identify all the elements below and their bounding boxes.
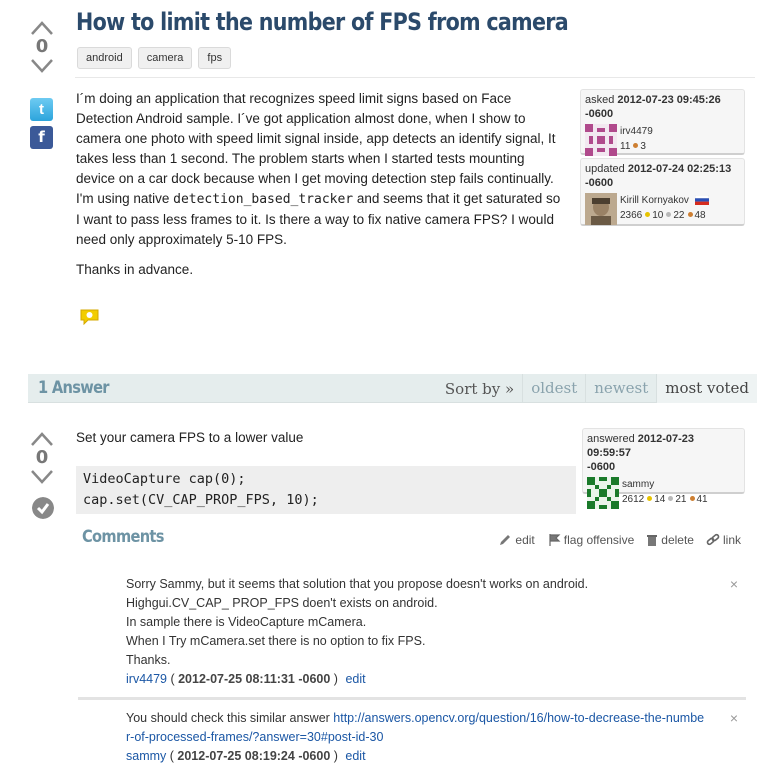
- accept-answer-icon[interactable]: [32, 497, 54, 519]
- answer-count: 1 Answer: [38, 378, 110, 398]
- sort-newest[interactable]: newest: [585, 374, 656, 403]
- downvote-arrow-icon[interactable]: [30, 58, 54, 74]
- trash-icon: [647, 535, 658, 546]
- edit-action[interactable]: edit: [498, 533, 535, 547]
- question-body: I´m doing an application that recognizes…: [76, 89, 566, 290]
- asker-reputation: 11 3: [620, 141, 646, 152]
- upvote-arrow-icon[interactable]: [30, 431, 54, 447]
- twitter-share-icon[interactable]: t: [30, 98, 53, 121]
- comment-author-link[interactable]: sammy: [126, 749, 166, 763]
- answered-info-card: answered 2012-07-23 09:59:57 -0600 sammy …: [582, 428, 745, 509]
- tag-fps[interactable]: fps: [198, 47, 232, 69]
- answer-code-block: VideoCapture cap(0); cap.set(CV_CAP_PROP…: [76, 466, 576, 514]
- sort-most-voted[interactable]: most voted: [656, 374, 757, 403]
- comment-meta: irv4479 ( 2012-07-25 08:11:31 -0600 ) ed…: [126, 672, 366, 686]
- sort-label: Sort by »: [444, 379, 515, 398]
- question-title[interactable]: How to limit the number of FPS from came…: [76, 8, 569, 36]
- asked-label: asked 2012-07-23 09:45:26 -0600: [585, 94, 721, 120]
- sort-options: Sort by » oldest newest most voted: [437, 374, 757, 403]
- answer-actions: edit flag offensive delete link: [498, 533, 741, 547]
- answer-vote-column: 0: [26, 431, 58, 485]
- delete-comment-icon[interactable]: ×: [730, 575, 738, 594]
- question-thanks: Thanks in advance.: [76, 262, 194, 277]
- link-label: link: [722, 533, 741, 547]
- facebook-share-icon[interactable]: f: [30, 126, 53, 149]
- comment-author-link[interactable]: irv4479: [126, 672, 167, 686]
- comment-line: Highgui.CV_CAP_ PROP_FPS doen't exists o…: [126, 596, 438, 610]
- tag-list: android camera fps: [77, 47, 232, 69]
- answerer-username[interactable]: sammy: [622, 477, 708, 492]
- inline-code: detection_based_tracker: [173, 192, 354, 207]
- flag-action[interactable]: flag offensive: [547, 533, 635, 547]
- answer-body: Set your camera FPS to a lower value: [76, 430, 304, 445]
- sort-oldest[interactable]: oldest: [522, 374, 585, 403]
- comment-edit-link[interactable]: edit: [345, 672, 365, 686]
- comment-line: Sorry Sammy, but it seems that solution …: [126, 577, 589, 591]
- edit-label: edit: [515, 533, 535, 547]
- updated-info-card: updated 2012-07-24 02:25:13 -0600 Kirill …: [580, 158, 745, 226]
- question-vote-count: 0: [35, 36, 49, 57]
- delete-label: delete: [661, 533, 694, 547]
- answer-vote-count: 0: [35, 447, 49, 468]
- question-vote-column: 0: [26, 20, 58, 74]
- updated-label: updated 2012-07-24 02:25:13 -0600: [585, 163, 732, 189]
- question-text: I´m doing an application that recognizes…: [76, 91, 556, 206]
- add-comment-icon[interactable]: [80, 309, 99, 325]
- editor-username[interactable]: Kirill Kornyakov: [620, 193, 709, 208]
- comment-meta: sammy ( 2012-07-25 08:19:24 -0600 ) edit: [126, 749, 366, 763]
- flag-icon: [549, 534, 561, 546]
- comment-date: 2012-07-25 08:19:24 -0600: [177, 749, 331, 763]
- user-avatar[interactable]: [585, 124, 617, 156]
- comment-item: × You should check this similar answer h…: [78, 709, 746, 772]
- title-divider: [75, 77, 755, 78]
- link-action[interactable]: link: [706, 533, 741, 547]
- question-paragraph: I´m doing an application that recognizes…: [76, 89, 566, 250]
- answers-header-bar: 1 Answer Sort by » oldest newest most vo…: [28, 374, 757, 403]
- user-avatar[interactable]: [587, 477, 619, 509]
- pencil-icon: [500, 535, 511, 545]
- downvote-arrow-icon[interactable]: [30, 469, 54, 485]
- comments-title: Comments: [82, 527, 164, 547]
- comment-line: When I Try mCamera.set there is no optio…: [126, 634, 426, 648]
- comment-date: 2012-07-25 08:11:31 -0600: [178, 672, 331, 686]
- answerer-reputation: 2612 14 21 41: [622, 494, 708, 505]
- asker-username[interactable]: irv4479: [620, 124, 653, 139]
- user-avatar[interactable]: [585, 193, 617, 225]
- flag-label: flag offensive: [563, 533, 635, 547]
- delete-comment-icon[interactable]: ×: [730, 709, 738, 728]
- upvote-arrow-icon[interactable]: [30, 20, 54, 36]
- answered-label: answered 2012-07-23 09:59:57 -0600: [587, 433, 695, 473]
- chain-link-icon: [706, 533, 720, 546]
- editor-reputation: 2366 10 22 48: [620, 210, 706, 221]
- comment-text: You should check this similar answer htt…: [126, 711, 705, 744]
- comment-line: Thanks.: [126, 653, 171, 667]
- comment-item: × Sorry Sammy, but it seems that solutio…: [78, 575, 746, 700]
- comment-line: In sample there is VideoCapture mCamera.: [126, 615, 367, 629]
- russia-flag-icon: [694, 195, 709, 206]
- comment-edit-link[interactable]: edit: [345, 749, 365, 763]
- delete-action[interactable]: delete: [646, 533, 694, 547]
- asked-info-card: asked 2012-07-23 09:45:26 -0600 irv4479 1…: [580, 89, 745, 156]
- tag-camera[interactable]: camera: [137, 47, 193, 69]
- tag-android[interactable]: android: [77, 47, 132, 69]
